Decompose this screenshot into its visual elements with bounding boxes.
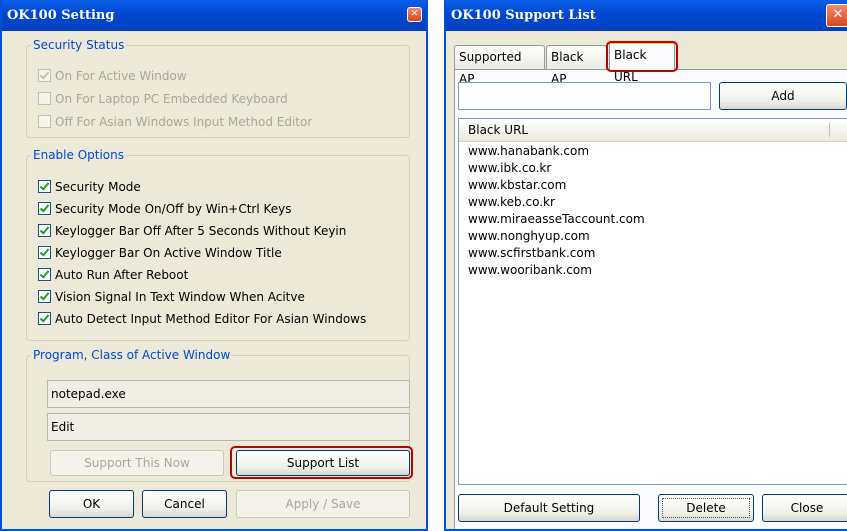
enable-options-legend: Enable Options — [33, 148, 124, 162]
auto-run-checkbox[interactable]: Auto Run After Reboot — [38, 266, 188, 284]
apply-save-button: Apply / Save — [236, 490, 410, 518]
list-item[interactable]: www.miraeasseTaccount.com — [459, 211, 847, 228]
check-icon — [38, 268, 51, 281]
cancel-button[interactable]: Cancel — [142, 490, 227, 518]
checkbox-box — [38, 115, 51, 128]
default-setting-button[interactable]: Default Setting — [458, 494, 640, 522]
support-titlebar: OK100 Support List ✕ — [446, 0, 847, 31]
check-icon — [38, 180, 51, 193]
list-item[interactable]: www.nonghyup.com — [459, 228, 847, 245]
url-items: www.hanabank.com www.ibk.co.kr www.kbsta… — [459, 142, 847, 279]
keylogger-bar-title-checkbox[interactable]: Keylogger Bar On Active Window Title — [38, 244, 282, 262]
vision-signal-checkbox[interactable]: Vision Signal In Text Window When Acitve — [38, 288, 305, 306]
checkbox-label: Vision Signal In Text Window When Acitve — [55, 290, 305, 304]
list-item[interactable]: www.ibk.co.kr — [459, 160, 847, 177]
tab-black-ap[interactable]: Black AP — [546, 45, 607, 86]
checkbox-label: Security Mode — [55, 180, 141, 194]
ok-button[interactable]: OK — [49, 490, 134, 518]
check-icon — [38, 290, 51, 303]
auto-detect-ime-checkbox[interactable]: Auto Detect Input Method Editor For Asia… — [38, 310, 366, 328]
setting-window: OK100 Setting ✕ Security Status On For A… — [0, 0, 428, 531]
checkbox-label: On For Laptop PC Embedded Keyboard — [55, 92, 288, 106]
check-icon — [38, 312, 51, 325]
list-item[interactable]: www.scfirstbank.com — [459, 245, 847, 262]
checkbox-box — [38, 92, 51, 105]
keylogger-bar-off-checkbox[interactable]: Keylogger Bar Off After 5 Seconds Withou… — [38, 222, 346, 240]
support-close-icon[interactable]: ✕ — [826, 4, 847, 27]
tab-supported-ap[interactable]: Supported AP — [454, 45, 545, 86]
setting-titlebar: OK100 Setting ✕ — [2, 0, 426, 31]
list-item[interactable]: www.kbstar.com — [459, 177, 847, 194]
program-class-legend: Program, Class of Active Window — [33, 348, 231, 362]
checkbox-label: On For Active Window — [55, 69, 187, 83]
check-icon — [38, 202, 51, 215]
on-for-active-window-checkbox: On For Active Window — [38, 67, 187, 85]
class-name-field: Edit — [47, 413, 410, 441]
black-url-list[interactable]: Black URL www.hanabank.com www.ibk.co.kr… — [458, 118, 847, 485]
checkbox-label: Keylogger Bar On Active Window Title — [55, 246, 282, 260]
url-input[interactable] — [458, 82, 711, 110]
list-item[interactable]: www.hanabank.com — [459, 143, 847, 160]
list-header-black-url[interactable]: Black URL — [459, 119, 847, 142]
check-icon — [38, 246, 51, 259]
delete-button[interactable]: Delete — [658, 494, 754, 522]
setting-close-icon[interactable]: ✕ — [407, 7, 422, 22]
security-mode-toggle-keys-checkbox[interactable]: Security Mode On/Off by Win+Ctrl Keys — [38, 200, 292, 218]
setting-window-title: OK100 Setting — [7, 8, 115, 23]
check-icon — [38, 224, 51, 237]
check-icon — [38, 69, 51, 82]
program-name-field: notepad.exe — [47, 380, 410, 408]
on-for-laptop-keyboard-checkbox: On For Laptop PC Embedded Keyboard — [38, 90, 288, 108]
support-this-now-button: Support This Now — [50, 450, 224, 476]
security-status-legend: Security Status — [33, 38, 125, 52]
checkbox-label: Auto Run After Reboot — [55, 268, 189, 282]
add-button[interactable]: Add — [719, 82, 847, 110]
close-button[interactable]: Close — [762, 494, 847, 522]
tab-black-url[interactable]: Black URL — [609, 42, 675, 84]
security-mode-checkbox[interactable]: Security Mode — [38, 178, 141, 196]
list-item[interactable]: www.wooribank.com — [459, 262, 847, 279]
list-item[interactable]: www.keb.co.kr — [459, 194, 847, 211]
support-list-window: OK100 Support List ✕ Supported AP Black … — [444, 0, 847, 531]
support-window-title: OK100 Support List — [451, 8, 596, 23]
off-for-asian-ime-checkbox: Off For Asian Windows Input Method Edito… — [38, 113, 312, 131]
checkbox-label: Keylogger Bar Off After 5 Seconds Withou… — [55, 224, 347, 238]
support-list-button[interactable]: Support List — [236, 450, 410, 476]
checkbox-label: Off For Asian Windows Input Method Edito… — [55, 115, 313, 129]
checkbox-label: Auto Detect Input Method Editor For Asia… — [55, 312, 367, 326]
checkbox-label: Security Mode On/Off by Win+Ctrl Keys — [55, 202, 292, 216]
